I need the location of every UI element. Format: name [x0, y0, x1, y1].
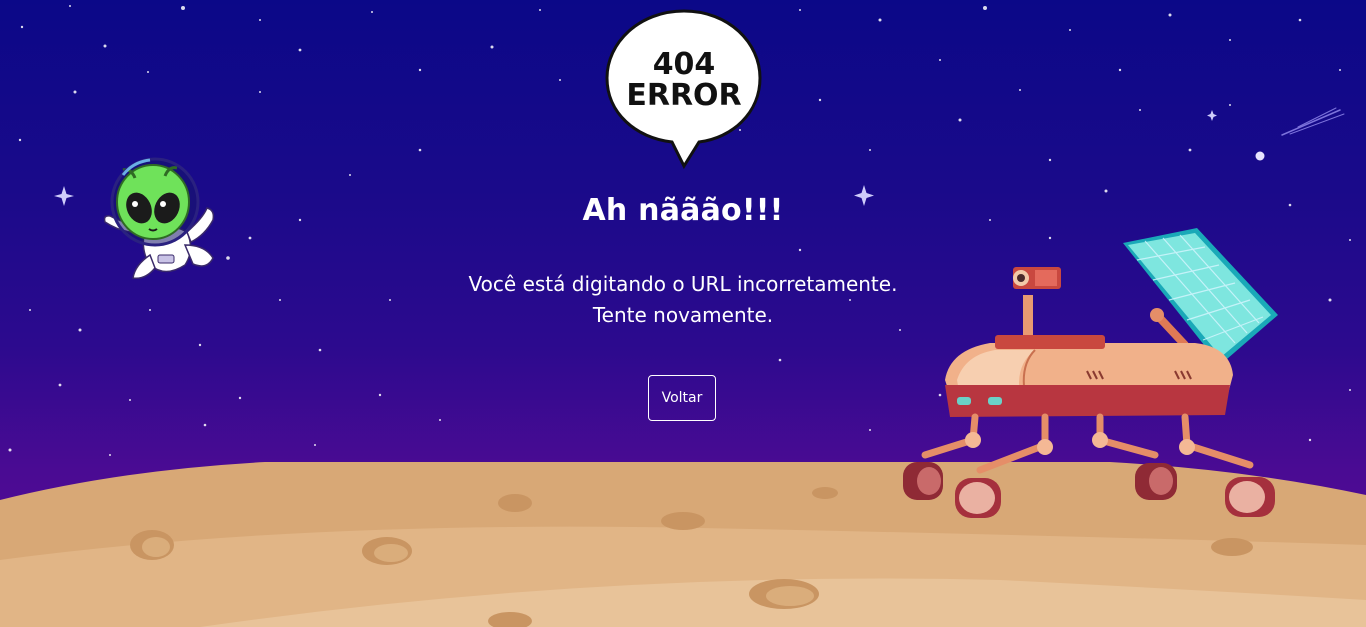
back-button[interactable]: Voltar	[648, 375, 716, 421]
alien-astronaut-icon	[103, 157, 215, 280]
error-code-number: 404	[652, 47, 716, 82]
error-message-line-2: Tente novamente.	[592, 303, 774, 327]
error-code-bubble: 404 ERROR	[604, 8, 764, 173]
error-page-scene: 404 ERROR Ah nããão!!! Você está digitand…	[0, 0, 1366, 627]
error-message-line-1: Você está digitando o URL incorretamente…	[468, 272, 898, 296]
page-title: Ah nããão!!!	[582, 193, 784, 228]
error-code-label: ERROR	[626, 78, 742, 113]
error-message: Você está digitando o URL incorretamente…	[383, 269, 983, 331]
